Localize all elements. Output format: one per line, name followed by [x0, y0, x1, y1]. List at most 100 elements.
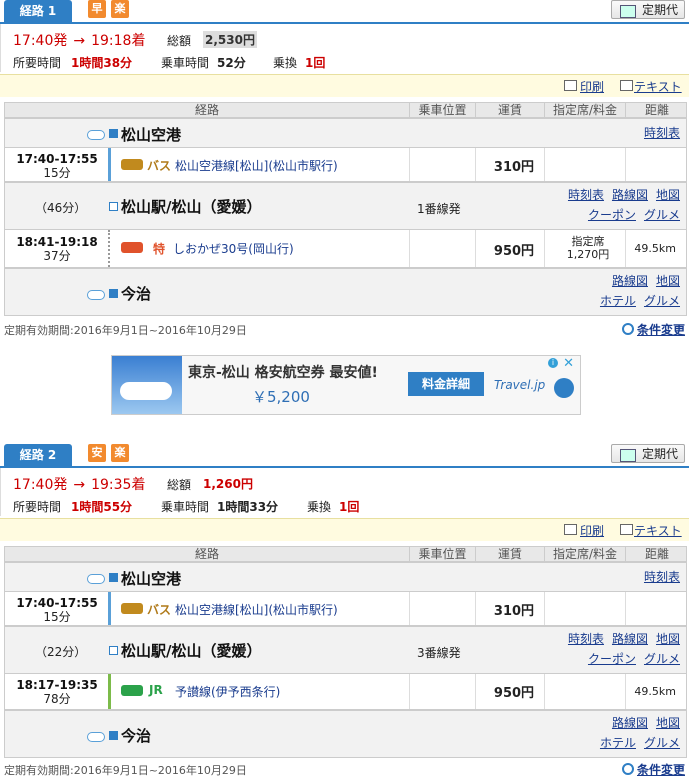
- route-line: [108, 592, 111, 625]
- gourmet-link[interactable]: グルメ: [644, 294, 680, 308]
- total-label: 総額: [167, 478, 192, 492]
- route-tabbar: 経路 1 早 楽 定期代: [0, 0, 689, 24]
- text-icon: [620, 80, 633, 91]
- airport-icon: [87, 130, 105, 140]
- ad-detail-button[interactable]: 料金詳細: [408, 372, 484, 396]
- station-marker: [109, 573, 118, 582]
- text-link[interactable]: テキスト: [634, 522, 682, 539]
- ad-price: ￥5,200: [252, 388, 310, 406]
- train-icon: [121, 685, 143, 696]
- timetable-link[interactable]: 時刻表: [644, 126, 680, 140]
- ad-banner[interactable]: 東京-松山 格安航空券 最安値! ￥5,200 料金詳細 Travel.jp i…: [111, 355, 581, 415]
- map-link[interactable]: 地図: [656, 716, 680, 730]
- route-1: 経路 1 早 楽 定期代 17:40発 → 19:18着 総額 2,530円 所要時…: [0, 0, 689, 340]
- printer-icon: [564, 524, 577, 535]
- segment-duration: 37分: [43, 249, 71, 263]
- station-marker: [109, 731, 118, 740]
- header-position: 乗車位置: [418, 103, 467, 117]
- commuter-pass-button[interactable]: 定期代: [611, 0, 685, 19]
- header-route: 経路: [194, 547, 219, 561]
- route-line: [108, 674, 111, 709]
- route-summary: 17:40発 → 19:35着 総額 1,260円 所要時間 1時間55分 乗車時間…: [0, 468, 689, 516]
- segment-time-range: 17:40-17:55: [16, 152, 98, 166]
- station-name[interactable]: 松山駅/松山（愛媛）: [121, 640, 261, 661]
- route-line: [108, 148, 111, 181]
- timetable-link[interactable]: 時刻表: [568, 188, 604, 202]
- validity-period: 定期有効期間:2016年9月1日~2016年10月29日: [4, 764, 247, 777]
- station-marker: [109, 289, 118, 298]
- segment-time: 17:40-17:55 15分: [13, 596, 101, 624]
- station-name[interactable]: 松山駅/松山（愛媛）: [121, 196, 261, 217]
- route-map-link[interactable]: 路線図: [612, 716, 648, 730]
- timetable-link[interactable]: 時刻表: [568, 632, 604, 646]
- map-link[interactable]: 地図: [656, 188, 680, 202]
- line-link[interactable]: しおかぜ30号(岡山行): [173, 240, 294, 257]
- station-name[interactable]: 今治: [121, 725, 151, 746]
- table-header: 経路 乗車位置 運賃 指定席/料金 距離: [4, 102, 687, 118]
- mascot-icon: [554, 378, 574, 398]
- condition-change-link[interactable]: 条件変更: [621, 761, 685, 778]
- text-link[interactable]: テキスト: [634, 78, 682, 95]
- station-name[interactable]: 松山空港: [121, 568, 181, 589]
- station-row: 今治 路線図 地図 ホテル グルメ: [4, 710, 687, 758]
- coupon-link[interactable]: クーポン: [588, 208, 636, 222]
- timetable-link[interactable]: 時刻表: [644, 570, 680, 584]
- route-map-link[interactable]: 路線図: [612, 188, 648, 202]
- airport-icon: [87, 574, 105, 584]
- route-tab[interactable]: 経路 1: [4, 0, 72, 22]
- gourmet-link[interactable]: グルメ: [644, 652, 680, 666]
- hotel-link[interactable]: ホテル: [600, 736, 636, 750]
- print-link[interactable]: 印刷: [580, 78, 604, 95]
- weather-icon: [87, 290, 105, 300]
- station-name[interactable]: 今治: [121, 283, 151, 304]
- transfer-count: 1回: [339, 500, 360, 514]
- print-link[interactable]: 印刷: [580, 522, 604, 539]
- station-marker: [109, 129, 118, 138]
- commuter-pass-label: 定期代: [641, 3, 678, 17]
- reserved-label: 指定席: [571, 235, 605, 248]
- segment-duration: 78分: [43, 692, 71, 706]
- line-link[interactable]: 予讃線(伊予西条行): [175, 683, 280, 700]
- route-map-link[interactable]: 路線図: [612, 632, 648, 646]
- condition-change-link[interactable]: 条件変更: [621, 321, 685, 338]
- coupon-link[interactable]: クーポン: [588, 652, 636, 666]
- segment-time-range: 18:41-19:18: [16, 235, 98, 249]
- line-link[interactable]: 松山空港線[松山](松山市駅行): [175, 157, 338, 174]
- hotel-link[interactable]: ホテル: [600, 294, 636, 308]
- station-name[interactable]: 松山空港: [121, 124, 181, 145]
- station-marker: [109, 202, 118, 211]
- adchoices-icon[interactable]: i: [548, 358, 558, 368]
- route-tab[interactable]: 経路 2: [4, 444, 72, 466]
- route-map-link[interactable]: 路線図: [612, 274, 648, 288]
- map-link[interactable]: 地図: [656, 274, 680, 288]
- easy-badge: 楽: [111, 0, 129, 18]
- validity-period: 定期有効期間:2016年9月1日~2016年10月29日: [4, 324, 247, 337]
- gourmet-link[interactable]: グルメ: [644, 736, 680, 750]
- dep-arr-times: 17:40発 → 19:35着: [13, 474, 145, 494]
- bus-icon: [121, 159, 143, 170]
- segment-distance: 49.5km: [634, 242, 676, 255]
- segment-time: 18:17-19:35 78分: [13, 678, 101, 706]
- station-marker: [109, 646, 118, 655]
- line-link[interactable]: 松山空港線[松山](松山市駅行): [175, 601, 338, 618]
- map-link[interactable]: 地図: [656, 632, 680, 646]
- route-2: 経路 2 安 楽 定期代 17:40発 → 19:35着 総額 1,260円 所要時…: [0, 444, 689, 784]
- mode-label: バス: [147, 603, 172, 617]
- arrival-time: 19:35着: [91, 477, 146, 493]
- header-reserved: 指定席/料金: [552, 103, 618, 117]
- segment-row: 17:40-17:55 15分 バス 松山空港線[松山](松山市駅行) 310円: [4, 148, 687, 182]
- easy-badge: 楽: [111, 444, 129, 462]
- ticket-icon: [620, 5, 636, 18]
- ad-close-icon[interactable]: ✕: [563, 356, 574, 371]
- transfer-label: 乗換: [273, 56, 298, 70]
- commuter-pass-button[interactable]: 定期代: [611, 444, 685, 463]
- magnifier-icon: [621, 323, 634, 335]
- header-position: 乗車位置: [418, 547, 467, 561]
- ad-headline: 東京-松山 格安航空券 最安値!: [188, 365, 378, 381]
- segment-fare: 310円: [493, 604, 535, 619]
- ride-time: 52分: [217, 56, 246, 70]
- gourmet-link[interactable]: グルメ: [644, 208, 680, 222]
- platform: 1番線発: [417, 202, 461, 216]
- segment-row: 18:17-19:35 78分 JR 予讃線(伊予西条行) 950円 49.5km: [4, 674, 687, 710]
- segment-fare: 310円: [493, 160, 535, 175]
